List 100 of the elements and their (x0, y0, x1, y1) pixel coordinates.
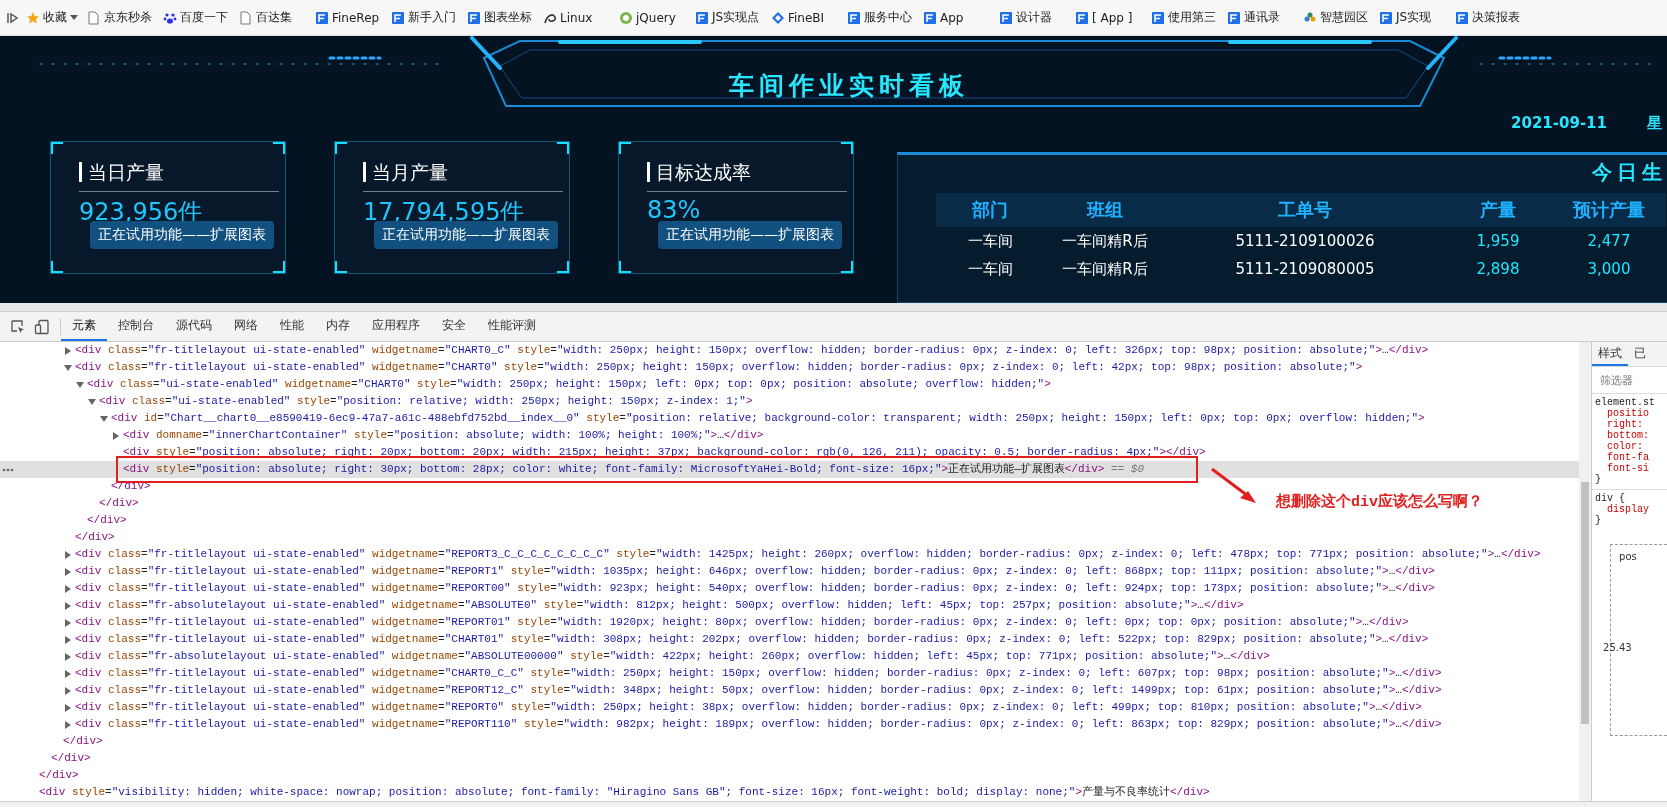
code-line: </div> (99, 496, 139, 511)
triangle-icon[interactable] (64, 669, 72, 678)
triangle-icon[interactable] (64, 703, 72, 712)
css-property: positio (1606, 408, 1651, 419)
bookmark[interactable]: FineBI (768, 10, 842, 25)
inspect-icon (10, 318, 26, 335)
trial-badge: 正在试用功能——扩展图表 (90, 221, 274, 249)
code-line: <div id="Chart__chart0__e8590419-6ec9-47a7-a61c-488ebfd752bd__index__0" style="position: relative; background-color: transparent; width: 250px; height: 150px; left: 0px; top: 0px; overflow: hidden;"> (111, 411, 1425, 426)
triangle-icon[interactable] (64, 584, 72, 593)
code-line: <div class="fr-titlelayout ui-state-enabled" widgetname="REPORT12_C" style="width: 348px; height: 50px; overflow: hidden; border-radius: 0px; z-index: 0; left: 1499px; top: 61px; position: absolute;">…</div> (75, 683, 1442, 698)
code-line: </div> (63, 734, 103, 749)
scrollbar[interactable] (1579, 342, 1592, 801)
bookmark[interactable]: 智慧园区 (1300, 9, 1374, 26)
code-line: </div> (75, 530, 115, 545)
bookmark[interactable]: 设计器 (996, 9, 1070, 26)
devtools-tab[interactable]: 源代码 (165, 312, 223, 341)
dashboard-title: 车间作业实时看板 (728, 70, 969, 102)
tile-icon (315, 10, 329, 25)
code-line: <div class="fr-titlelayout ui-state-enabled" widgetname="CHART01" style="width: 308px; height: 202px; overflow: hidden; border-radius: 0px; z-index: 0; left: 522px; top: 829px; position: absolute;">…</div> (75, 632, 1429, 647)
triangle-icon[interactable] (64, 346, 72, 355)
bookmark[interactable]: 使用第三 (1148, 9, 1222, 26)
styles-tab[interactable]: 样式 (1592, 342, 1629, 366)
code-line: <div class="fr-absolutelayout ui-state-enabled" widgetname="ABSOLUTE00000" style="width: 422px; height: 260px; overflow: hidden; left: 45px; top: 771px; position: absolute;">…</div> (75, 649, 1270, 664)
triangle-icon[interactable] (64, 635, 72, 644)
tile-icon (999, 10, 1013, 25)
sidebar-toggle-icon (6, 10, 20, 25)
horizontal-scrollbar[interactable] (0, 801, 1667, 807)
tile-icon (1227, 10, 1241, 25)
css-brace: } (1595, 515, 1603, 526)
table-cell-text: 3,000 (1586, 259, 1632, 280)
bookmark[interactable]: 百度一下 (160, 9, 234, 26)
circle-icon (619, 10, 633, 25)
devtools-tab[interactable]: 网络 (223, 312, 269, 341)
tile-icon (391, 10, 405, 25)
date-text: 2021-09-11 (1511, 114, 1607, 132)
bookmark[interactable]: JS实现 (1376, 9, 1450, 26)
tile-icon (1455, 10, 1469, 25)
code-line: <div class="fr-titlelayout ui-state-enabled" widgetname="REPORT0" style="width: 250px; height: 38px; overflow: hidden; border-radius: 0px; z-index: 0; left: 499px; top: 810px; position: absolute;">…</div> (75, 700, 1422, 715)
code-line: <div class="fr-titlelayout ui-state-enabled" widgetname="REPORT110" style="width: 982px; height: 189px; overflow: hidden; border-radius: 0px; z-index: 0; left: 863px; top: 829px; position: absolute;">…</div> (75, 717, 1442, 732)
triangle-icon[interactable] (64, 652, 72, 661)
triangle-icon[interactable] (64, 363, 72, 372)
devtools-tab[interactable]: 控制台 (107, 312, 165, 341)
code-line: <div class="fr-titlelayout ui-state-enabled" widgetname="CHART0_C" style="width: 250px; height: 150px; overflow: hidden; border-radius: 0px; z-index: 0; left: 326px; top: 98px; position: absolute;">…</div> (75, 343, 1429, 358)
bookmark[interactable]: 京东秒杀 (84, 9, 158, 26)
bookmark[interactable]: jQuery (616, 10, 690, 25)
devtools-tab[interactable]: 性能 (269, 312, 315, 341)
card-label: 当月产量 (363, 162, 448, 182)
page-scrollbar[interactable] (0, 303, 1667, 312)
css-brace: } (1595, 474, 1603, 485)
bookmark[interactable]: FineRep (312, 10, 386, 25)
bookmark[interactable]: 新手入门 (388, 9, 462, 26)
devtools-tab[interactable]: 性能评测 (477, 312, 547, 341)
page-icon (87, 10, 101, 25)
bookmark[interactable]: 通讯录 (1224, 9, 1298, 26)
bookmark[interactable]: 图表坐标 (464, 9, 538, 26)
triangle-icon[interactable] (64, 601, 72, 610)
table-cell-text: 一车间 (966, 259, 1014, 280)
devtools-tab[interactable]: 安全 (431, 312, 477, 341)
column-header: 产量 (1444, 193, 1552, 227)
triangle-icon[interactable] (88, 397, 96, 406)
bookmark[interactable]: 决策报表 (1452, 9, 1526, 26)
triangle-icon[interactable] (64, 720, 72, 729)
table-cell-text: 5111-2109100026 (1234, 231, 1376, 252)
table-cell-text: 一车间精R后 (1061, 231, 1149, 252)
bookmark[interactable]: JS实现点 (692, 9, 766, 26)
bookmark[interactable]: App (920, 10, 994, 25)
css-property: bottom: (1606, 430, 1651, 441)
tile-icon (1075, 10, 1089, 25)
triangle-icon[interactable] (64, 567, 72, 576)
triangle-icon[interactable] (112, 431, 120, 440)
css-property: font-si (1606, 463, 1651, 474)
bookmark[interactable]: 服务中心 (844, 9, 918, 26)
triangle-icon[interactable] (100, 414, 108, 423)
code-line: <div domname="innerChartContainer" style="position: absolute; width: 100%; height: 100%;">…</div> (123, 428, 764, 443)
triangle-icon[interactable] (76, 380, 84, 389)
devtools-tab[interactable]: 元素 (61, 312, 107, 341)
column-header: 部门 (936, 193, 1044, 227)
code-line: <div class="fr-titlelayout ui-state-enabled" widgetname="CHART0" style="width: 250px; height: 150px; overflow: hidden; border-radius: 0px; z-index: 0; left: 42px; top: 98px; position: absolute;"> (75, 360, 1363, 375)
bookmark[interactable]: Linux (540, 10, 614, 25)
more-icon (2, 468, 14, 472)
diamond-icon (771, 10, 785, 25)
column-header: 预计产量 (1552, 193, 1666, 227)
card-value: 83% (647, 196, 702, 224)
box-model-value: 25.43 (1603, 642, 1633, 653)
caret-icon (70, 14, 78, 21)
annotation-text: 想删除这个div应该怎么写啊？ (1276, 492, 1483, 511)
triangle-icon[interactable] (64, 686, 72, 695)
css-property: color: (1606, 441, 1645, 452)
devtools-tab[interactable]: 应用程序 (361, 312, 431, 341)
styles-tab[interactable]: 已 (1628, 342, 1653, 366)
triangle-icon[interactable] (64, 550, 72, 559)
favorites-button[interactable]: 收藏 (22, 9, 82, 26)
code-line: <div style="visibility: hidden; white-space: nowrap; position: absolute; font-family: "Hiragino Sans GB"; font-size: 16px; font-weight: bold; display: none;">产量与不良率统计</div> (39, 785, 1210, 800)
triangle-icon[interactable] (64, 618, 72, 627)
table-cell-text: 一车间精R后 (1061, 259, 1149, 280)
css-selector: div { (1595, 493, 1627, 504)
devtools-tab[interactable]: 内存 (315, 312, 361, 341)
bookmark[interactable]: 百达集 (236, 9, 310, 26)
bookmark[interactable]: [ App ] (1072, 10, 1146, 25)
table-cell-text: 一车间 (966, 231, 1014, 252)
